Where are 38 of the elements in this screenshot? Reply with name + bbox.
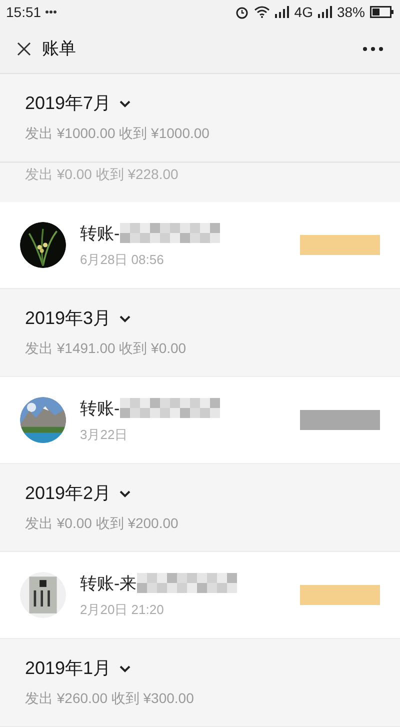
chevron-down-icon xyxy=(119,314,132,322)
signal-icon xyxy=(318,6,332,18)
more-icon xyxy=(363,46,383,51)
month-summary: 发出 ¥1000.00 收到 ¥1000.00 xyxy=(25,124,210,143)
battery-percent: 38% xyxy=(336,2,365,22)
close-icon xyxy=(16,40,32,57)
status-time: 15:51 xyxy=(6,2,42,22)
month-selector[interactable]: 2019年7月 xyxy=(25,90,132,117)
transaction-row[interactable]: 转账-来 2月20日 21:20 xyxy=(0,552,400,639)
month-summary: 发出 ¥0.00 收到 ¥200.00 xyxy=(25,514,180,533)
page-title: 账单 xyxy=(42,38,76,60)
chevron-down-icon xyxy=(119,490,132,498)
transaction-time: 6月28日 08:56 xyxy=(80,251,165,269)
month-title: 2019年2月 xyxy=(25,482,112,505)
chevron-down-icon xyxy=(119,100,132,108)
month-title: 2019年3月 xyxy=(25,307,112,330)
transaction-row[interactable]: 转账- 6月28日 08:56 xyxy=(0,202,400,289)
chevron-down-icon xyxy=(119,664,132,672)
transaction-time: 2月20日 21:20 xyxy=(80,601,165,619)
transaction-time: 3月22日 xyxy=(80,426,129,444)
notification-dots-icon xyxy=(45,10,58,14)
month-selector[interactable]: 2019年2月 xyxy=(25,480,132,507)
month-selector[interactable]: 2019年1月 xyxy=(25,655,132,682)
transaction-title: 转账- xyxy=(80,222,120,244)
network-type: 4G xyxy=(294,2,313,22)
month-selector[interactable]: 2019年3月 xyxy=(25,305,132,332)
signal-icon xyxy=(275,6,290,18)
transaction-title: 转账-来 xyxy=(80,572,137,594)
battery-icon xyxy=(370,6,394,18)
month-summary: 发出 ¥0.00 收到 ¥228.00 xyxy=(25,165,178,183)
transaction-row[interactable]: 转账- 3月22日 xyxy=(0,377,400,464)
month-title: 2019年1月 xyxy=(25,657,112,680)
month-summary: 发出 ¥1491.00 收到 ¥0.00 xyxy=(25,339,188,358)
alarm-icon xyxy=(235,5,250,20)
wifi-icon xyxy=(254,6,270,18)
transaction-title: 转账- xyxy=(80,398,120,420)
month-title: 2019年7月 xyxy=(25,92,112,115)
month-summary: 发出 ¥260.00 收到 ¥300.00 xyxy=(25,689,195,708)
